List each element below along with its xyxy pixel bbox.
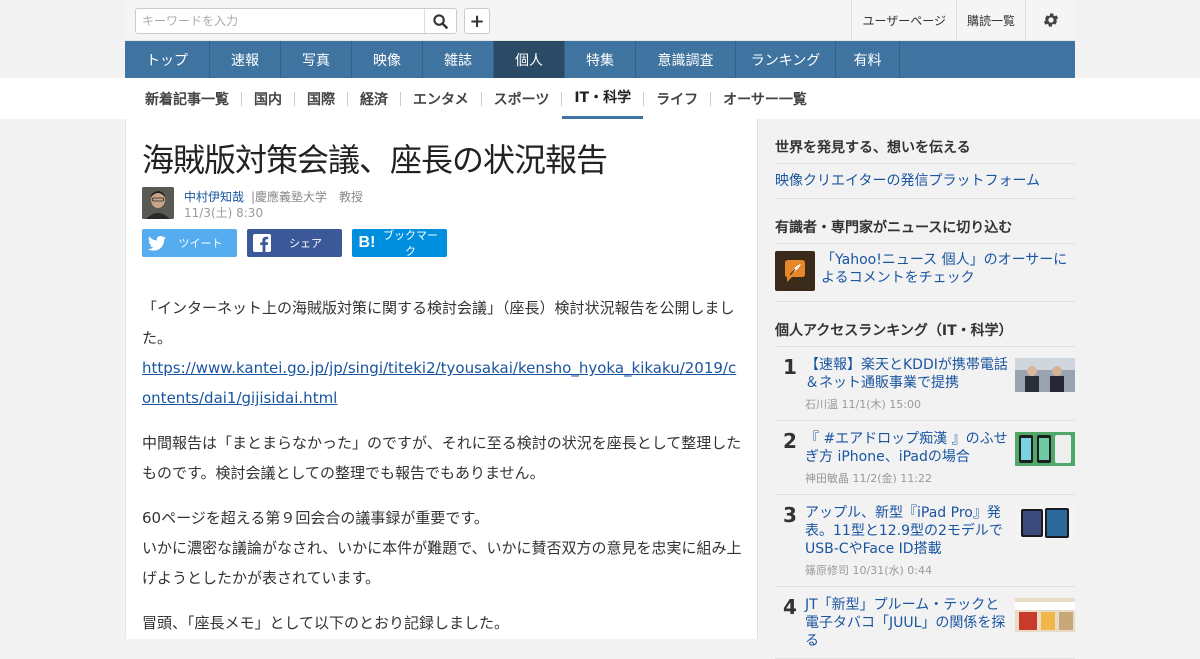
facebook-share-button[interactable]: シェア	[247, 229, 342, 257]
tweet-button[interactable]: ツイート	[142, 229, 237, 257]
top-bar: + ユーザーページ 購読一覧	[125, 0, 1075, 41]
ranking-title[interactable]: 【速報】楽天とKDDIが携帯電話＆ネット通販事業で提携	[805, 356, 1009, 392]
paragraph: 60ページを超える第９回会合の議事録が重要です。 いかに濃密な議論がなされ、いか…	[142, 503, 745, 593]
paragraph: 「インターネット上の海賊版対策に関する検討会議」（座長）検討状況報告を公開しまし…	[142, 293, 745, 413]
search-button[interactable]	[424, 9, 456, 33]
ranking-thumbnail[interactable]	[1015, 506, 1075, 540]
subnav-authors[interactable]: オーサー一覧	[711, 78, 819, 119]
hatena-bookmark-button[interactable]: B! ブックマーク	[352, 229, 447, 258]
author-avatar[interactable]	[142, 187, 174, 219]
subnav-it-science[interactable]: IT・科学	[562, 78, 644, 119]
ranking-item[interactable]: 2 『 #エアドロップ痴漢 』のふせぎ方 iPhone、iPadの場合 神田敏晶…	[775, 421, 1075, 495]
ranking-thumbnail[interactable]	[1015, 598, 1075, 632]
ranking-meta: 石川温 11/1(木) 15:00	[805, 398, 921, 411]
kantei-link[interactable]: https://www.kantei.go.jp/jp/singi/titeki…	[142, 359, 736, 407]
subnav-international[interactable]: 国際	[295, 78, 347, 119]
sidebar-heading: 世界を発見する、想いを伝える	[775, 119, 1075, 164]
ranking-thumbnail[interactable]	[1015, 432, 1075, 466]
hatena-bookmark-label: ブックマーク	[383, 229, 438, 258]
search-box	[135, 8, 457, 34]
ranking-heading: 個人アクセスランキング（IT・科学）	[775, 302, 1075, 347]
article-body: 「インターネット上の海賊版対策に関する検討会議」（座長）検討状況報告を公開しまし…	[142, 293, 745, 653]
subnav-domestic[interactable]: 国内	[242, 78, 294, 119]
nav-paid[interactable]: 有料	[836, 41, 900, 78]
ranking-title[interactable]: 『 #エアドロップ痴漢 』のふせぎ方 iPhone、iPadの場合	[805, 430, 1009, 466]
search-input[interactable]	[136, 9, 426, 33]
paragraph-text: 60ページを超える第９回会合の議事録が重要です。	[142, 509, 489, 527]
ranking-meta: 篠原修司 10/31(水) 0:44	[805, 564, 932, 577]
comment-feather-icon	[775, 251, 815, 291]
paragraph-text: いかに濃密な議論がなされ、いかに本件が難題で、いかに賛否双方の意見を忠実に組み上…	[142, 539, 742, 587]
ranking-title[interactable]: JT「新型」プルーム・テックと電子タバコ「JUUL」の関係を探る	[805, 596, 1009, 650]
rank-number: 2	[783, 429, 797, 453]
twitter-icon	[142, 235, 172, 251]
paragraph-text: 「インターネット上の海賊版対策に関する検討会議」（座長）検討状況報告を公開しまし…	[142, 299, 735, 347]
nav-ranking[interactable]: ランキング	[736, 41, 836, 78]
sidebar: 世界を発見する、想いを伝える 映像クリエイターの発信プラットフォーム 有識者・専…	[775, 119, 1075, 659]
facebook-share-label: シェア	[289, 237, 322, 250]
subnav-life[interactable]: ライフ	[644, 78, 710, 119]
expert-comment-text: 「Yahoo!ニュース 個人」のオーサーによるコメントをチェック	[821, 252, 1068, 286]
tweet-label: ツイート	[178, 237, 223, 250]
nav-individual[interactable]: 個人	[494, 41, 565, 78]
paragraph: 冒頭、「座長メモ」として以下のとおり記録しました。	[142, 614, 510, 632]
creator-platform-link[interactable]: 映像クリエイターの発信プラットフォーム	[775, 164, 1075, 199]
subnav-entertainment[interactable]: エンタメ	[401, 78, 481, 119]
nav-features[interactable]: 特集	[565, 41, 636, 78]
hatena-bookmark-icon: B!	[358, 234, 376, 251]
main-nav: トップ 速報 写真 映像 雑誌 個人 特集 意識調査 ランキング 有料	[125, 41, 1075, 78]
facebook-icon	[247, 234, 277, 252]
nav-photos[interactable]: 写真	[281, 41, 352, 78]
plus-icon: +	[469, 10, 485, 32]
nav-videos[interactable]: 映像	[352, 41, 423, 78]
category-nav: 新着記事一覧 国内 国際 経済 エンタメ スポーツ IT・科学 ライフ オーサー…	[133, 78, 819, 119]
user-page-link[interactable]: ユーザーページ	[851, 0, 956, 40]
settings-button[interactable]	[1025, 0, 1075, 40]
subnav-sports[interactable]: スポーツ	[482, 78, 562, 119]
gear-icon	[1043, 13, 1058, 27]
search-icon	[433, 13, 448, 29]
nav-top[interactable]: トップ	[125, 41, 210, 78]
subnav-latest[interactable]: 新着記事一覧	[133, 78, 241, 119]
nav-survey[interactable]: 意識調査	[636, 41, 736, 78]
ranking-meta: 神田敏晶 11/2(金) 11:22	[805, 472, 932, 485]
subscriptions-link[interactable]: 購読一覧	[955, 0, 1025, 40]
subnav-economy[interactable]: 経済	[348, 78, 400, 119]
ranking-title[interactable]: アップル、新型『iPad Pro』発表。11型と12.9型の2モデルでUSB-C…	[805, 504, 1009, 558]
rank-number: 1	[783, 355, 797, 379]
nav-breaking[interactable]: 速報	[210, 41, 281, 78]
expert-comment-promo[interactable]: 「Yahoo!ニュース 個人」のオーサーによるコメントをチェック	[775, 244, 1075, 302]
rank-number: 4	[783, 595, 797, 619]
nav-magazines[interactable]: 雑誌	[423, 41, 494, 78]
sidebar-heading: 有識者・専門家がニュースに切り込む	[775, 199, 1075, 244]
paragraph: 中間報告は「まとまらなかった」のですが、それに至る検討の状況を座長として整理した…	[142, 434, 742, 482]
publish-date: 11/3(土) 8:30	[184, 206, 264, 220]
ranking-thumbnail[interactable]	[1015, 358, 1075, 392]
author-affiliation: |慶應義塾大学 教授	[251, 190, 364, 204]
add-button[interactable]: +	[464, 8, 490, 34]
article-main: 海賊版対策会議、座長の状況報告 中村伊知哉 |慶應義塾大学 教授 11/3(土)…	[125, 119, 758, 639]
ranking-item[interactable]: 1 【速報】楽天とKDDIが携帯電話＆ネット通販事業で提携 石川温 11/1(木…	[775, 347, 1075, 421]
author-name-link[interactable]: 中村伊知哉	[184, 188, 244, 205]
article-title: 海賊版対策会議、座長の状況報告	[142, 141, 608, 179]
ranking-item[interactable]: 4 JT「新型」プルーム・テックと電子タバコ「JUUL」の関係を探る	[775, 587, 1075, 659]
ranking-item[interactable]: 3 アップル、新型『iPad Pro』発表。11型と12.9型の2モデルでUSB…	[775, 495, 1075, 587]
rank-number: 3	[783, 503, 797, 527]
